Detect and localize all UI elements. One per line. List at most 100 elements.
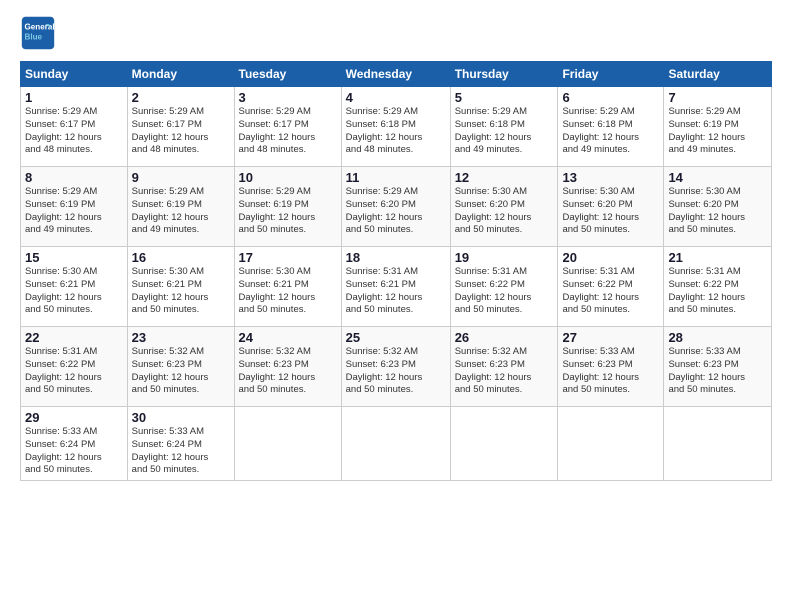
day-info: Sunrise: 5:29 AM Sunset: 6:20 PM Dayligh… (346, 186, 446, 237)
day-number: 2 (132, 90, 230, 105)
calendar-cell: 30Sunrise: 5:33 AM Sunset: 6:24 PM Dayli… (127, 407, 234, 481)
day-info: Sunrise: 5:29 AM Sunset: 6:17 PM Dayligh… (132, 106, 230, 157)
calendar-cell: 16Sunrise: 5:30 AM Sunset: 6:21 PM Dayli… (127, 247, 234, 327)
day-number: 17 (239, 250, 337, 265)
calendar-cell: 8Sunrise: 5:29 AM Sunset: 6:19 PM Daylig… (21, 167, 128, 247)
calendar-cell: 20Sunrise: 5:31 AM Sunset: 6:22 PM Dayli… (558, 247, 664, 327)
calendar-cell: 25Sunrise: 5:32 AM Sunset: 6:23 PM Dayli… (341, 327, 450, 407)
day-number: 11 (346, 170, 446, 185)
day-info: Sunrise: 5:30 AM Sunset: 6:21 PM Dayligh… (239, 266, 337, 317)
calendar-cell (234, 407, 341, 481)
day-info: Sunrise: 5:29 AM Sunset: 6:19 PM Dayligh… (25, 186, 123, 237)
calendar-cell (558, 407, 664, 481)
calendar-cell: 9Sunrise: 5:29 AM Sunset: 6:19 PM Daylig… (127, 167, 234, 247)
calendar-cell: 11Sunrise: 5:29 AM Sunset: 6:20 PM Dayli… (341, 167, 450, 247)
day-number: 23 (132, 330, 230, 345)
day-info: Sunrise: 5:32 AM Sunset: 6:23 PM Dayligh… (132, 346, 230, 397)
day-info: Sunrise: 5:30 AM Sunset: 6:20 PM Dayligh… (562, 186, 659, 237)
calendar-week-row-5: 29Sunrise: 5:33 AM Sunset: 6:24 PM Dayli… (21, 407, 772, 481)
calendar-cell: 6Sunrise: 5:29 AM Sunset: 6:18 PM Daylig… (558, 87, 664, 167)
day-info: Sunrise: 5:30 AM Sunset: 6:21 PM Dayligh… (25, 266, 123, 317)
day-number: 12 (455, 170, 554, 185)
calendar-cell: 22Sunrise: 5:31 AM Sunset: 6:22 PM Dayli… (21, 327, 128, 407)
day-number: 24 (239, 330, 337, 345)
calendar-cell: 15Sunrise: 5:30 AM Sunset: 6:21 PM Dayli… (21, 247, 128, 327)
calendar-cell: 19Sunrise: 5:31 AM Sunset: 6:22 PM Dayli… (450, 247, 558, 327)
day-info: Sunrise: 5:31 AM Sunset: 6:22 PM Dayligh… (562, 266, 659, 317)
calendar-cell (450, 407, 558, 481)
day-number: 4 (346, 90, 446, 105)
calendar-cell (664, 407, 772, 481)
day-number: 9 (132, 170, 230, 185)
calendar-weekday-tuesday: Tuesday (234, 62, 341, 87)
day-number: 26 (455, 330, 554, 345)
calendar-cell: 21Sunrise: 5:31 AM Sunset: 6:22 PM Dayli… (664, 247, 772, 327)
day-number: 25 (346, 330, 446, 345)
day-info: Sunrise: 5:33 AM Sunset: 6:23 PM Dayligh… (668, 346, 767, 397)
day-number: 27 (562, 330, 659, 345)
calendar-cell: 5Sunrise: 5:29 AM Sunset: 6:18 PM Daylig… (450, 87, 558, 167)
calendar-week-row-1: 1Sunrise: 5:29 AM Sunset: 6:17 PM Daylig… (21, 87, 772, 167)
day-info: Sunrise: 5:29 AM Sunset: 6:18 PM Dayligh… (346, 106, 446, 157)
day-number: 8 (25, 170, 123, 185)
calendar-week-row-4: 22Sunrise: 5:31 AM Sunset: 6:22 PM Dayli… (21, 327, 772, 407)
calendar-cell: 24Sunrise: 5:32 AM Sunset: 6:23 PM Dayli… (234, 327, 341, 407)
calendar-cell: 27Sunrise: 5:33 AM Sunset: 6:23 PM Dayli… (558, 327, 664, 407)
calendar-weekday-monday: Monday (127, 62, 234, 87)
calendar-weekday-friday: Friday (558, 62, 664, 87)
day-number: 29 (25, 410, 123, 425)
day-info: Sunrise: 5:32 AM Sunset: 6:23 PM Dayligh… (239, 346, 337, 397)
day-info: Sunrise: 5:29 AM Sunset: 6:17 PM Dayligh… (25, 106, 123, 157)
day-number: 22 (25, 330, 123, 345)
calendar-cell: 14Sunrise: 5:30 AM Sunset: 6:20 PM Dayli… (664, 167, 772, 247)
calendar-cell: 13Sunrise: 5:30 AM Sunset: 6:20 PM Dayli… (558, 167, 664, 247)
calendar-cell: 12Sunrise: 5:30 AM Sunset: 6:20 PM Dayli… (450, 167, 558, 247)
calendar-cell: 29Sunrise: 5:33 AM Sunset: 6:24 PM Dayli… (21, 407, 128, 481)
calendar-cell (341, 407, 450, 481)
day-number: 15 (25, 250, 123, 265)
calendar-weekday-saturday: Saturday (664, 62, 772, 87)
day-number: 3 (239, 90, 337, 105)
calendar-header-row: SundayMondayTuesdayWednesdayThursdayFrid… (21, 62, 772, 87)
calendar-cell: 10Sunrise: 5:29 AM Sunset: 6:19 PM Dayli… (234, 167, 341, 247)
day-number: 14 (668, 170, 767, 185)
day-info: Sunrise: 5:29 AM Sunset: 6:19 PM Dayligh… (239, 186, 337, 237)
calendar-cell: 1Sunrise: 5:29 AM Sunset: 6:17 PM Daylig… (21, 87, 128, 167)
calendar-cell: 28Sunrise: 5:33 AM Sunset: 6:23 PM Dayli… (664, 327, 772, 407)
day-info: Sunrise: 5:33 AM Sunset: 6:24 PM Dayligh… (132, 426, 230, 477)
calendar-cell: 4Sunrise: 5:29 AM Sunset: 6:18 PM Daylig… (341, 87, 450, 167)
day-number: 1 (25, 90, 123, 105)
day-info: Sunrise: 5:29 AM Sunset: 6:19 PM Dayligh… (132, 186, 230, 237)
calendar-weekday-thursday: Thursday (450, 62, 558, 87)
calendar-cell: 7Sunrise: 5:29 AM Sunset: 6:19 PM Daylig… (664, 87, 772, 167)
calendar-cell: 17Sunrise: 5:30 AM Sunset: 6:21 PM Dayli… (234, 247, 341, 327)
day-number: 21 (668, 250, 767, 265)
day-number: 5 (455, 90, 554, 105)
day-number: 28 (668, 330, 767, 345)
day-number: 16 (132, 250, 230, 265)
day-info: Sunrise: 5:33 AM Sunset: 6:24 PM Dayligh… (25, 426, 123, 477)
day-info: Sunrise: 5:31 AM Sunset: 6:22 PM Dayligh… (668, 266, 767, 317)
day-number: 19 (455, 250, 554, 265)
day-number: 20 (562, 250, 659, 265)
page: General Blue SundayMondayTuesdayWednesda… (0, 0, 792, 612)
day-info: Sunrise: 5:30 AM Sunset: 6:20 PM Dayligh… (455, 186, 554, 237)
day-info: Sunrise: 5:33 AM Sunset: 6:23 PM Dayligh… (562, 346, 659, 397)
day-number: 18 (346, 250, 446, 265)
calendar-cell: 26Sunrise: 5:32 AM Sunset: 6:23 PM Dayli… (450, 327, 558, 407)
day-info: Sunrise: 5:29 AM Sunset: 6:18 PM Dayligh… (455, 106, 554, 157)
calendar: SundayMondayTuesdayWednesdayThursdayFrid… (20, 61, 772, 481)
day-info: Sunrise: 5:29 AM Sunset: 6:19 PM Dayligh… (668, 106, 767, 157)
day-info: Sunrise: 5:31 AM Sunset: 6:21 PM Dayligh… (346, 266, 446, 317)
logo: General Blue (20, 15, 60, 51)
day-number: 7 (668, 90, 767, 105)
svg-text:Blue: Blue (25, 32, 43, 41)
calendar-weekday-wednesday: Wednesday (341, 62, 450, 87)
logo-icon: General Blue (20, 15, 56, 51)
day-info: Sunrise: 5:32 AM Sunset: 6:23 PM Dayligh… (346, 346, 446, 397)
day-info: Sunrise: 5:29 AM Sunset: 6:17 PM Dayligh… (239, 106, 337, 157)
day-info: Sunrise: 5:30 AM Sunset: 6:20 PM Dayligh… (668, 186, 767, 237)
calendar-week-row-2: 8Sunrise: 5:29 AM Sunset: 6:19 PM Daylig… (21, 167, 772, 247)
day-number: 30 (132, 410, 230, 425)
day-info: Sunrise: 5:32 AM Sunset: 6:23 PM Dayligh… (455, 346, 554, 397)
